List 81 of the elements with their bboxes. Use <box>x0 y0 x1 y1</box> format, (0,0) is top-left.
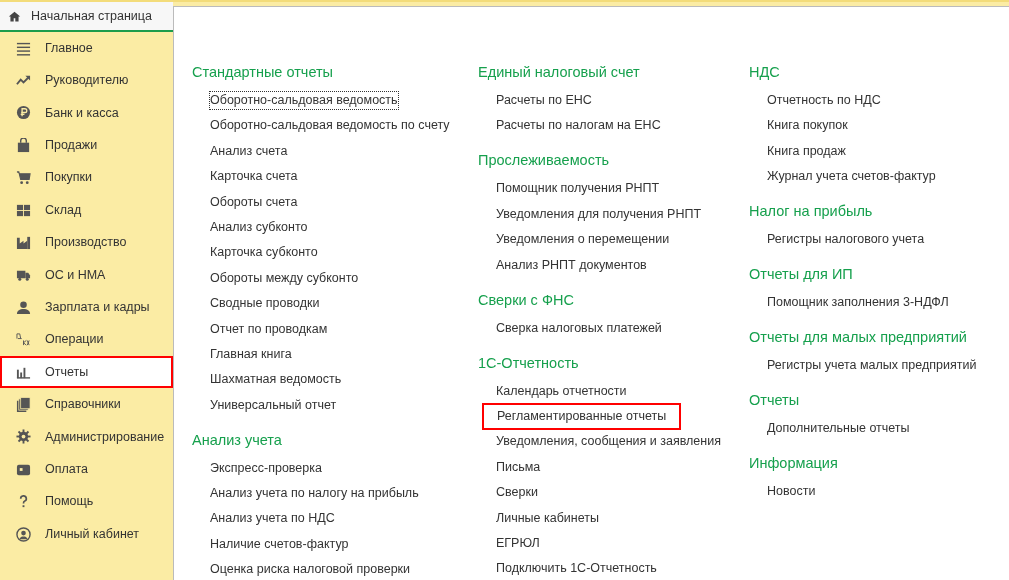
factory-icon <box>16 235 31 251</box>
section-heading: 1С-Отчетность <box>478 353 580 372</box>
sidebar-item[interactable]: Операции <box>0 323 173 356</box>
report-link[interactable]: Регламентированные отчеты <box>482 402 682 430</box>
report-link[interactable]: Отчет по проводкам <box>209 319 329 339</box>
report-link[interactable]: Универсальный отчет <box>209 395 338 415</box>
section-heading: Отчеты для малых предприятий <box>749 328 968 347</box>
report-link[interactable]: Оценка риска налоговой проверки <box>209 560 412 580</box>
sidebar-item[interactable]: Руководителю <box>0 64 173 97</box>
report-link[interactable]: Журнал учета счетов-фактур <box>766 167 937 187</box>
section-heading: Отчеты для ИП <box>749 265 854 284</box>
sidebar-item[interactable]: Продажи <box>0 129 173 162</box>
report-link[interactable]: Карточка субконто <box>209 243 319 263</box>
report-link[interactable]: Экспресс-проверка <box>209 458 323 478</box>
report-link[interactable]: Регистры налогового учета <box>766 230 926 250</box>
sidebar-item[interactable]: Зарплата и кадры <box>0 291 173 324</box>
report-link[interactable]: Сводные проводки <box>209 294 321 314</box>
sidebar-item[interactable]: Оплата <box>0 453 173 486</box>
grid-icon <box>16 202 31 218</box>
report-link[interactable]: Письма <box>495 457 542 477</box>
section-heading: Сверки с ФНС <box>478 290 575 309</box>
report-link[interactable]: Расчеты по ЕНС <box>495 91 593 110</box>
sidebar-item[interactable]: ОС и НМА <box>0 258 173 292</box>
cart-icon <box>16 170 31 186</box>
sidebar-item[interactable]: Покупки <box>0 161 173 194</box>
report-link[interactable]: Помощник получения РНПТ <box>495 179 661 199</box>
sidebar-item[interactable]: Производство <box>0 226 173 259</box>
report-link[interactable]: Наличие счетов-фактур <box>209 534 350 554</box>
sidebar-item[interactable]: Отчеты <box>0 355 173 389</box>
report-link[interactable]: Главная книга <box>209 344 293 364</box>
report-link[interactable]: Анализ РНПТ документов <box>495 255 648 275</box>
report-link[interactable]: Расчеты по налогам на ЕНС <box>495 116 662 136</box>
sidebar-item[interactable]: Банк и касса <box>0 96 173 130</box>
sidebar-item[interactable]: Администрирование <box>0 420 173 454</box>
report-link[interactable]: Анализ счета <box>209 141 289 161</box>
sidebar-item[interactable]: Склад <box>0 193 173 227</box>
coin-icon <box>16 105 31 121</box>
sidebar-item[interactable]: Личный кабинет <box>0 517 173 551</box>
sidebar-item[interactable]: Главное <box>0 32 173 65</box>
section-heading: Налог на прибыль <box>749 202 874 221</box>
home-icon <box>8 9 21 23</box>
report-link[interactable]: Уведомления для получения РНПТ <box>495 204 703 224</box>
sidebar-item[interactable]: Справочники <box>0 388 173 421</box>
report-link[interactable]: Календарь отчетности <box>495 381 628 401</box>
report-link[interactable]: Отчетность по НДС <box>766 91 882 110</box>
menu-icon <box>16 40 31 56</box>
report-link[interactable]: Уведомления, сообщения и заявления <box>495 432 722 452</box>
section-heading: Информация <box>749 454 839 473</box>
report-link[interactable]: Карточка счета <box>209 167 299 187</box>
report-link[interactable]: Оборотно-сальдовая ведомость <box>209 91 399 110</box>
report-link[interactable]: Анализ субконто <box>209 217 309 237</box>
section-heading: Стандартные отчеты <box>192 63 335 81</box>
report-link[interactable]: Сверка налоговых платежей <box>495 318 663 338</box>
report-link[interactable]: ЕГРЮЛ <box>495 533 541 553</box>
report-link[interactable]: Дополнительные отчеты <box>766 419 911 439</box>
person-icon <box>16 299 31 315</box>
report-link[interactable]: Помощник заполнения 3-НДФЛ <box>766 293 950 313</box>
section-heading: Анализ учета <box>192 430 283 449</box>
section-heading: НДС <box>749 63 781 81</box>
report-link[interactable]: Уведомления о перемещении <box>495 230 671 250</box>
report-link[interactable]: Анализ учета по НДС <box>209 509 336 529</box>
report-link[interactable]: Подключить 1С-Отчетность <box>495 559 658 579</box>
books-icon <box>16 397 31 412</box>
report-link[interactable]: Регистры учета малых предприятий <box>766 356 978 376</box>
report-link[interactable]: Новости <box>766 482 817 502</box>
section-heading: Прослеживаемость <box>478 151 611 170</box>
report-link[interactable]: Книга покупок <box>766 116 849 136</box>
report-link[interactable]: Обороты счета <box>209 192 299 212</box>
section-heading: Единый налоговый счет <box>478 63 641 81</box>
report-link[interactable]: Книга продаж <box>766 141 847 161</box>
report-link[interactable]: Оборотно-сальдовая ведомость по счету <box>209 116 451 136</box>
report-link[interactable]: Обороты между субконто <box>209 268 360 288</box>
report-link[interactable]: Анализ учета по налогу на прибыль <box>209 484 420 504</box>
section-heading: Отчеты <box>749 391 801 410</box>
report-link[interactable]: Сверки <box>495 483 539 503</box>
gear-icon <box>16 429 31 445</box>
report-link[interactable]: Шахматная ведомость <box>209 370 343 390</box>
report-link[interactable]: Личные кабинеты <box>495 508 600 528</box>
home-tab[interactable]: Начальная страница <box>0 2 173 32</box>
sidebar-item[interactable]: Помощь <box>0 485 173 518</box>
user-circle-icon <box>16 526 31 542</box>
